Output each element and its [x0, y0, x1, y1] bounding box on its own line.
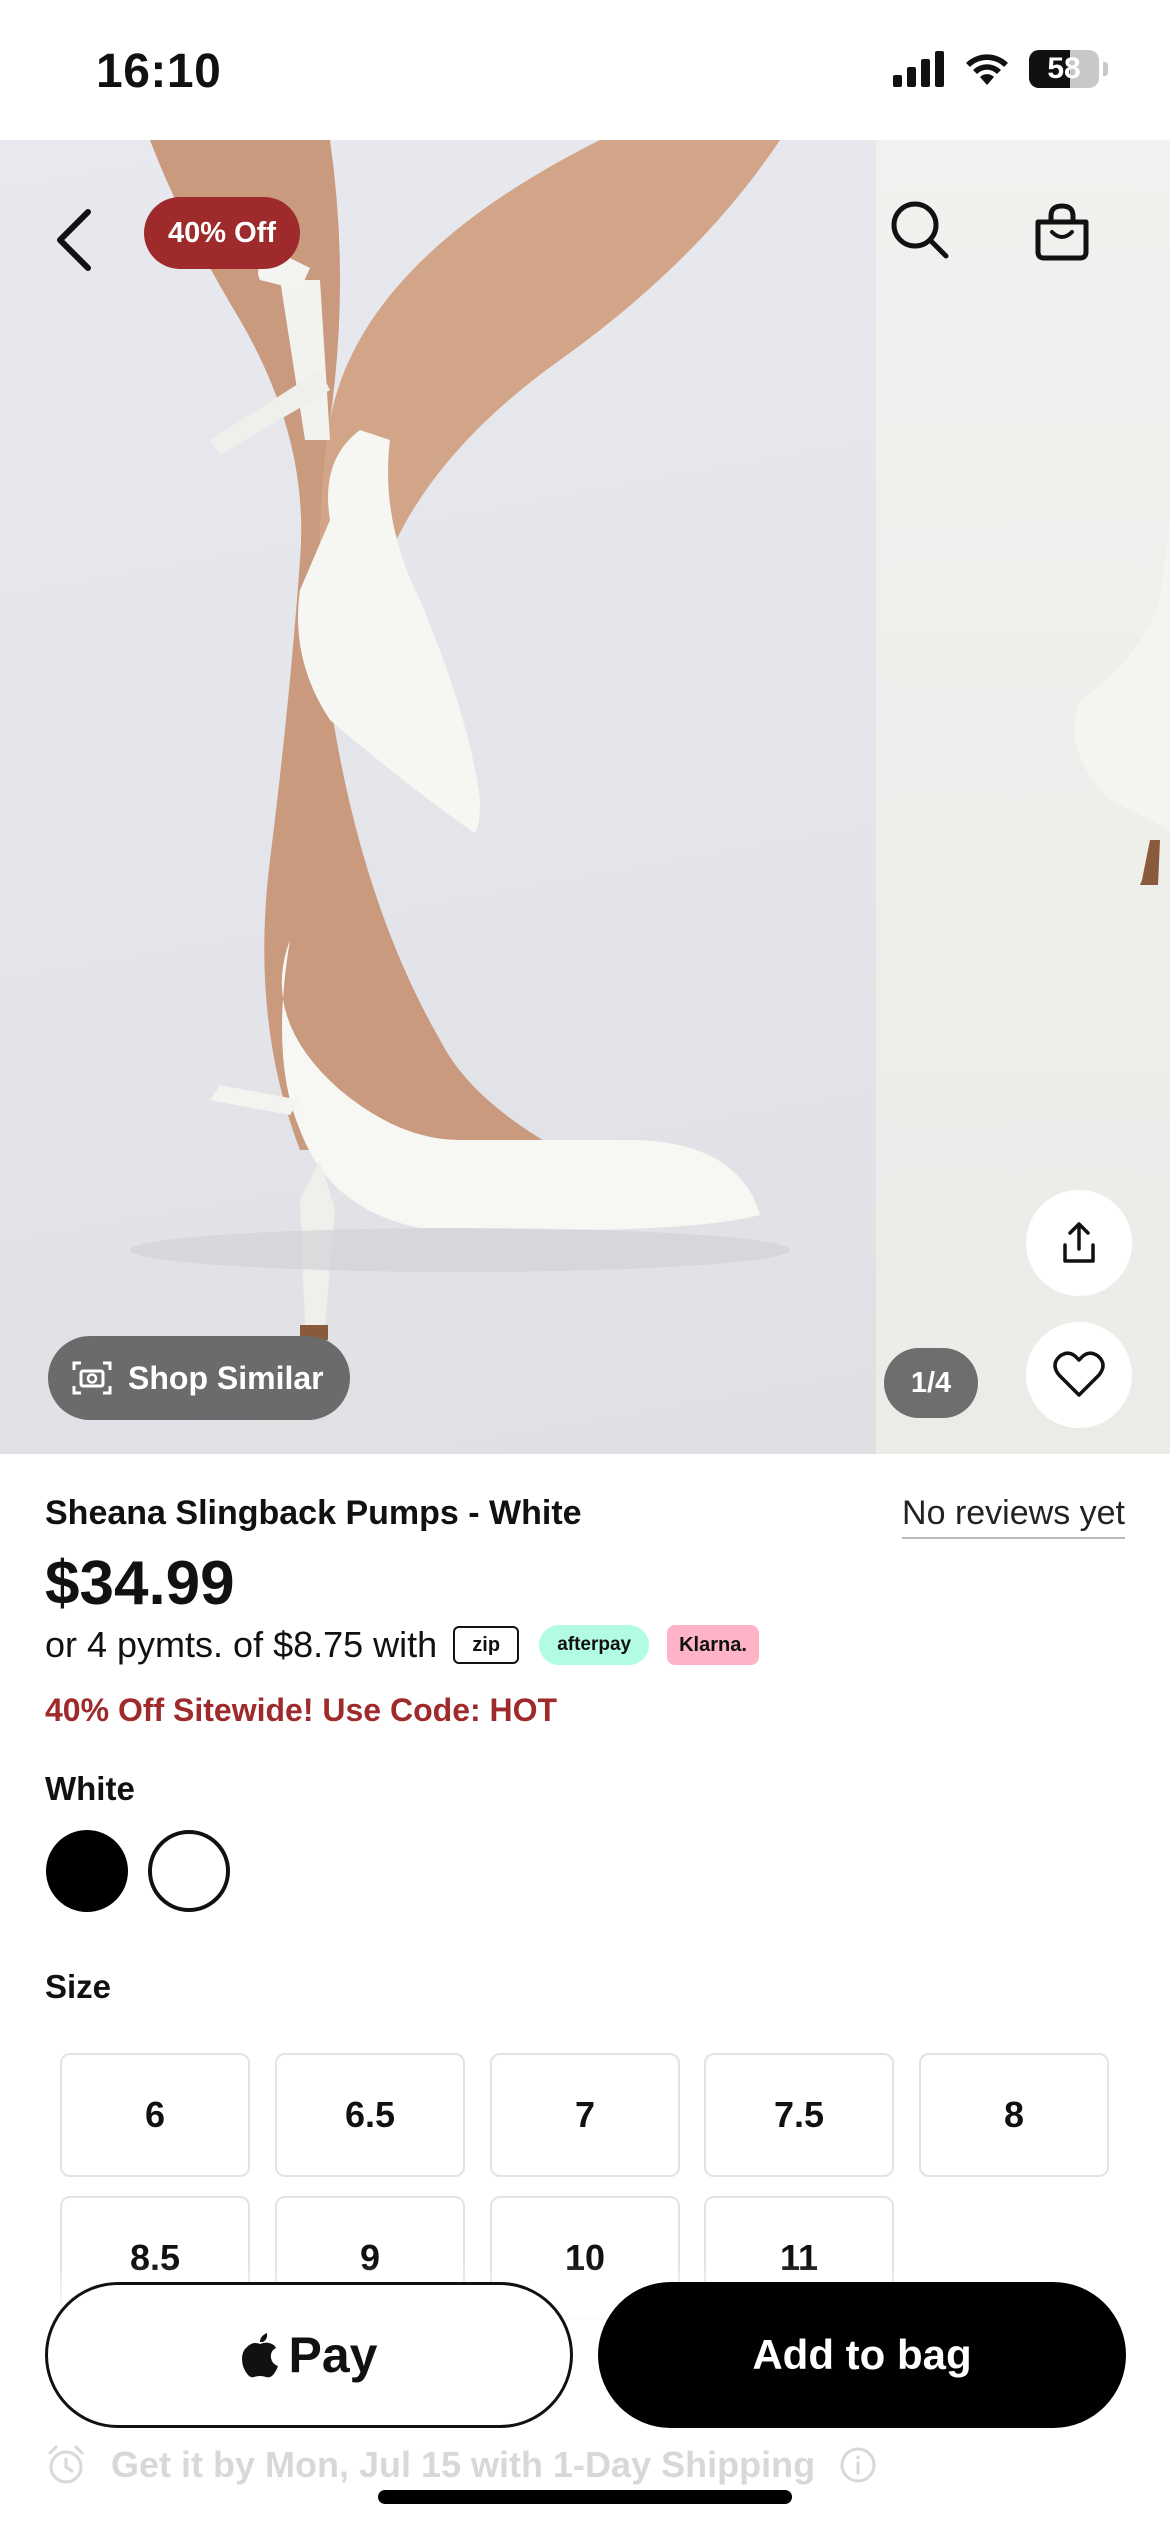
status-icons: 58 [893, 50, 1108, 88]
klarna-logo: Klarna. [667, 1625, 759, 1665]
shopping-bag-icon [1035, 203, 1089, 261]
status-bar: 16:10 58 [0, 0, 1170, 140]
search-icon [891, 201, 949, 259]
size-option[interactable]: 6 [60, 2053, 250, 2177]
color-swatch-white[interactable] [148, 1830, 230, 1912]
zip-logo: zip [453, 1626, 520, 1664]
product-price: $34.99 [45, 1549, 235, 1618]
shipping-text: Get it by Mon, Jul 15 with 1-Day Shippin… [111, 2444, 816, 2485]
info-icon[interactable] [839, 2446, 877, 2484]
back-button[interactable] [44, 200, 104, 280]
shop-similar-label: Shop Similar [128, 1359, 324, 1396]
add-to-bag-button[interactable]: Add to bag [598, 2282, 1126, 2428]
favorite-button[interactable] [1026, 1322, 1132, 1428]
shopping-bag-button[interactable] [1020, 190, 1104, 274]
product-photo-illustration [130, 140, 1170, 1340]
size-option[interactable]: 6.5 [275, 2053, 465, 2177]
size-option[interactable]: 8 [919, 2053, 1109, 2177]
alarm-clock-icon [48, 2445, 84, 2484]
discount-badge: 40% Off [144, 197, 300, 269]
size-option[interactable]: 7 [490, 2053, 680, 2177]
color-label: White [45, 1770, 135, 1807]
installment-info[interactable]: or 4 pymts. of $8.75 with zip afterpay K… [45, 1624, 759, 1666]
apple-logo-icon [241, 2333, 278, 2378]
chevron-left-icon [57, 209, 91, 271]
share-button[interactable] [1026, 1190, 1132, 1296]
apple-pay-label: Pay [288, 2327, 378, 2383]
wifi-icon [966, 54, 1008, 85]
camera-scan-icon [72, 1361, 112, 1395]
promo-text: 40% Off Sitewide! Use Code: HOT [45, 1692, 558, 1728]
shipping-info: Get it by Mon, Jul 15 with 1-Day Shippin… [45, 2440, 1125, 2490]
reviews-link[interactable]: No reviews yet [902, 1494, 1125, 1539]
share-icon [1063, 1222, 1095, 1263]
home-indicator[interactable] [378, 2490, 792, 2504]
cellular-signal-icon [893, 51, 944, 87]
size-label: Size [45, 1968, 112, 2005]
installments-text: or 4 pymts. of $8.75 with [45, 1624, 438, 1665]
size-option[interactable]: 7.5 [704, 2053, 894, 2177]
status-time: 16:10 [96, 45, 222, 98]
heart-icon [1053, 1351, 1105, 1397]
battery-icon: 58 [1029, 50, 1099, 88]
apple-pay-button[interactable]: Pay [45, 2282, 573, 2428]
image-page-counter: 1/4 [884, 1348, 978, 1418]
afterpay-logo: afterpay [539, 1625, 650, 1665]
product-name: Sheana Slingback Pumps - White [45, 1494, 582, 1532]
color-swatch-black[interactable] [46, 1830, 128, 1912]
battery-level: 58 [1047, 52, 1081, 85]
shop-similar-button[interactable]: Shop Similar [48, 1336, 350, 1420]
search-button[interactable] [880, 190, 960, 270]
product-image-gallery[interactable]: 40% Off 1/4 Shop Similar [0, 140, 1170, 1454]
